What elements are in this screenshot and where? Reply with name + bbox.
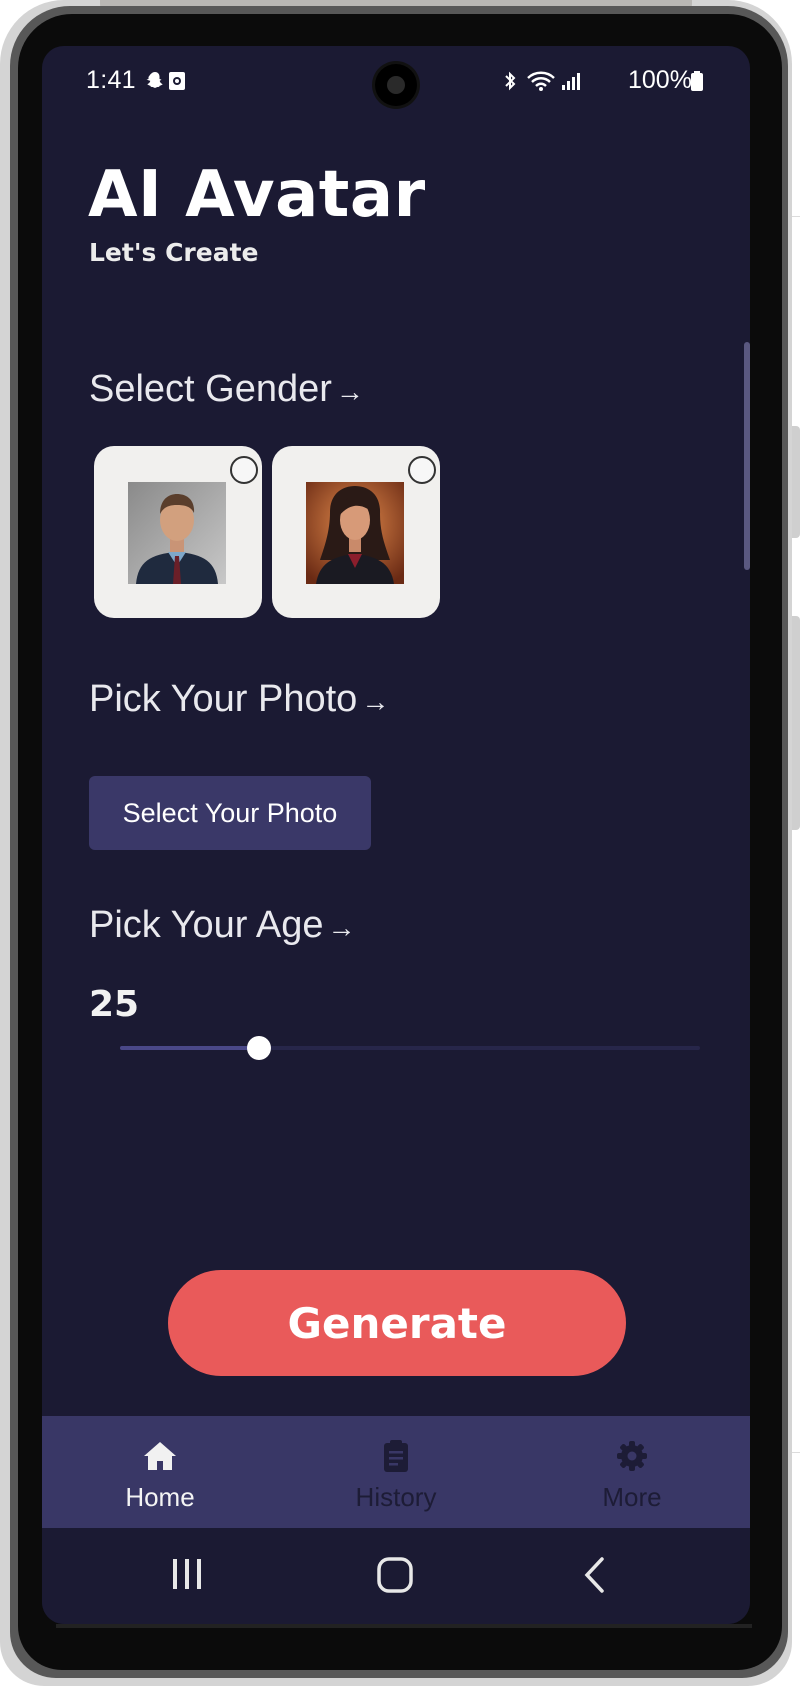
gear-icon [617,1441,647,1471]
nav-label-home: Home [125,1482,195,1512]
female-avatar-image [306,482,404,584]
clipboard-icon [384,1440,408,1472]
bluetooth-icon [505,71,516,91]
gender-radio-female[interactable] [408,456,436,484]
recent-apps-icon[interactable] [170,1556,204,1592]
page-title: AI Avatar [88,158,426,232]
male-avatar-image [128,482,226,584]
notification-icon [169,72,185,90]
app-screen: 1:41 100% AI Avatar Let's Create Select … [42,46,750,1624]
snapchat-icon [146,72,163,88]
home-icon [144,1442,176,1470]
signal-icon [562,73,580,90]
battery-percent: 100% [628,66,692,94]
slider-thumb[interactable] [247,1036,272,1060]
nav-item-more[interactable]: More [514,1416,750,1528]
generate-button[interactable]: Generate [168,1270,626,1376]
volume-button [792,426,800,538]
nav-item-history[interactable]: History [278,1416,514,1528]
slider-fill [120,1046,260,1050]
bottom-navigation: Home History More [42,1416,750,1528]
nav-label-more: More [602,1482,662,1512]
phone-bottom-lip [56,1624,752,1628]
battery-icon [691,71,703,91]
pick-age-heading: Pick Your Age → [89,904,356,947]
page-subtitle: Let's Create [89,238,259,267]
gender-radio-male[interactable] [230,456,258,484]
home-button-icon[interactable] [376,1556,414,1594]
system-navigation-bar [42,1528,750,1624]
pick-photo-heading: Pick Your Photo → [89,678,389,721]
arrow-right-icon: → [361,686,390,717]
status-time: 1:41 [86,66,136,94]
age-slider[interactable] [120,1036,700,1060]
nav-item-home[interactable]: Home [42,1416,278,1528]
arrow-right-icon: → [327,912,356,943]
arrow-right-icon: → [335,376,364,407]
wifi-icon [527,71,555,91]
back-icon[interactable] [582,1556,608,1594]
age-value: 25 [89,984,140,1025]
status-bar: 1:41 100% [42,46,750,116]
select-gender-label: Select Gender [89,368,332,410]
select-gender-heading: Select Gender → [89,368,364,411]
gender-option-female[interactable] [272,446,440,618]
scrollbar[interactable] [744,342,750,570]
pick-photo-label: Pick Your Photo [89,678,358,720]
power-button [792,616,800,830]
nav-label-history: History [355,1482,437,1512]
front-camera [375,64,417,106]
pick-age-label: Pick Your Age [89,904,324,946]
gender-option-male[interactable] [94,446,262,618]
select-photo-button[interactable]: Select Your Photo [89,776,371,850]
